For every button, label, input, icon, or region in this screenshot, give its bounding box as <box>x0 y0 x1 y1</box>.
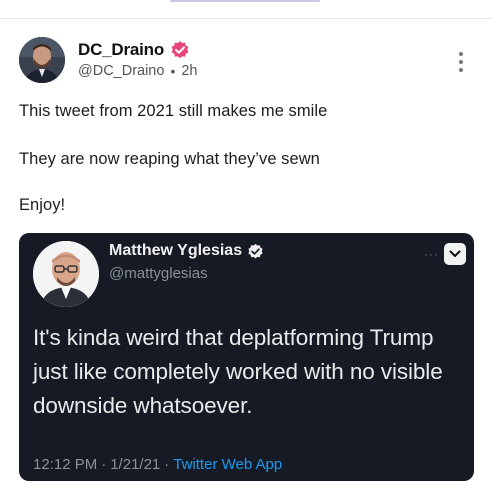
author-name-row: DC_Draino <box>78 39 190 61</box>
author-meta: @DC_Draino • 2h <box>78 63 198 79</box>
embedded-time: 12:12 PM <box>33 456 98 473</box>
author-name[interactable]: DC_Draino <box>78 40 164 60</box>
author-handle[interactable]: @DC_Draino <box>78 63 164 79</box>
embedded-verified-icon <box>248 243 263 259</box>
meta-separator: • <box>170 63 176 79</box>
post-text-line-2: They are now reaping what they’ve sewn <box>19 150 320 168</box>
author-avatar[interactable] <box>19 37 65 83</box>
embedded-app: Twitter Web App <box>173 456 283 473</box>
embedded-name-row: Matthew Yglesias <box>109 242 264 260</box>
embedded-more-icon: ··· <box>424 247 439 261</box>
embedded-tweet-image[interactable]: Matthew Yglesias @mattyglesias ··· It's … <box>19 233 474 481</box>
verified-badge-icon <box>171 41 189 59</box>
post-card: DC_Draino @DC_Draino • 2h This tweet fro… <box>0 20 492 500</box>
top-accent-line <box>170 0 320 2</box>
top-bar <box>0 0 492 19</box>
post-text-line-3: Enjoy! <box>19 196 66 214</box>
embedded-author-handle: @mattyglesias <box>109 265 208 282</box>
embedded-tweet-text: It's kinda weird that deplatforming Trum… <box>33 325 443 418</box>
post-time[interactable]: 2h <box>181 63 197 79</box>
post-text-line-1: This tweet from 2021 still makes me smil… <box>19 102 328 120</box>
embedded-tweet-footer: 12:12 PM · 1/21/21 · Twitter Web App <box>33 456 282 473</box>
chevron-down-icon <box>444 243 466 265</box>
embedded-separator-1: · <box>101 456 107 473</box>
embedded-author-name: Matthew Yglesias <box>109 242 243 259</box>
embedded-date: 1/21/21 <box>110 456 161 473</box>
embedded-separator-2: · <box>164 456 170 473</box>
embedded-author-avatar <box>33 241 99 307</box>
more-vertical-icon[interactable] <box>451 50 471 74</box>
